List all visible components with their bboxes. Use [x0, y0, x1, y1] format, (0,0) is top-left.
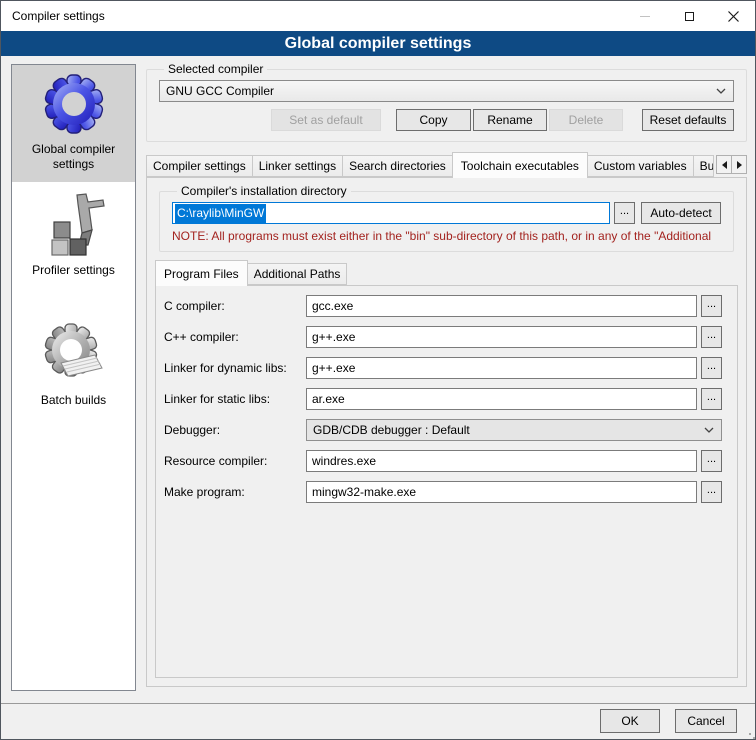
dynamic-linker-input[interactable] [306, 357, 697, 379]
dynamic-linker-browse-button[interactable]: ... [701, 357, 722, 379]
resize-grip[interactable] [749, 733, 751, 735]
sidebar-item-batch-builds[interactable]: Batch builds [12, 316, 135, 418]
selected-compiler-legend: Selected compiler [164, 62, 267, 76]
tab-search-directories[interactable]: Search directories [342, 155, 453, 177]
maximize-button[interactable] [667, 1, 711, 31]
settings-category-list: Global compiler settings Profiler settin… [11, 64, 136, 691]
installation-directory-group: Compiler's installation directory C:\ray… [159, 184, 734, 252]
cancel-button[interactable]: Cancel [675, 709, 737, 733]
caliper-icon [41, 192, 107, 258]
footer-separator [1, 703, 755, 704]
settings-tab-bar: Compiler settings Linker settings Search… [146, 151, 747, 177]
compiler-select-value: GNU GCC Compiler [166, 84, 274, 98]
tab-scroll-left-icon [722, 161, 727, 169]
auto-detect-button[interactable]: Auto-detect [641, 202, 721, 224]
c-compiler-row: C compiler: ... [164, 295, 722, 317]
compiler-select[interactable]: GNU GCC Compiler [159, 80, 734, 102]
static-linker-row: Linker for static libs: ... [164, 388, 722, 410]
dialog-body: Global compiler settings Profiler settin… [1, 56, 755, 739]
static-linker-browse-button[interactable]: ... [701, 388, 722, 410]
debugger-select[interactable]: GDB/CDB debugger : Default [306, 419, 722, 441]
gear-stack-icon [41, 322, 107, 388]
maximize-icon [685, 12, 694, 21]
main-panel: Selected compiler GNU GCC Compiler Set a… [146, 59, 747, 687]
chevron-down-icon [716, 88, 726, 94]
minimize-button[interactable] [623, 1, 667, 31]
rename-button[interactable]: Rename [473, 109, 547, 131]
ok-button[interactable]: OK [600, 709, 660, 733]
dialog-header: Global compiler settings [1, 31, 755, 56]
static-linker-label: Linker for static libs: [164, 392, 306, 406]
resource-compiler-input[interactable] [306, 450, 697, 472]
tab-linker-settings[interactable]: Linker settings [252, 155, 343, 177]
sidebar-item-label: Global compiler settings [14, 142, 133, 172]
minimize-icon [640, 16, 650, 17]
dynamic-linker-row: Linker for dynamic libs: ... [164, 357, 722, 379]
close-icon [728, 11, 739, 22]
c-compiler-browse-button[interactable]: ... [701, 295, 722, 317]
sidebar-item-label: Profiler settings [32, 263, 115, 278]
program-files-page: C compiler: ... C++ compiler: ... Linker… [155, 285, 738, 678]
copy-button[interactable]: Copy [396, 109, 471, 131]
tab-scroll-right-button[interactable] [731, 155, 747, 174]
c-compiler-label: C compiler: [164, 299, 306, 313]
tab-build-options-truncated[interactable]: Build [693, 155, 714, 177]
sidebar-item-label: Batch builds [41, 393, 106, 408]
files-tab-bar: Program Files Additional Paths [155, 260, 738, 285]
selected-compiler-group: Selected compiler GNU GCC Compiler Set a… [146, 62, 747, 142]
browse-directory-button[interactable]: ... [614, 202, 635, 224]
debugger-label: Debugger: [164, 423, 306, 437]
make-program-input[interactable] [306, 481, 697, 503]
tab-toolchain-executables[interactable]: Toolchain executables [452, 152, 588, 178]
cpp-compiler-label: C++ compiler: [164, 330, 306, 344]
make-program-browse-button[interactable]: ... [701, 481, 722, 503]
debugger-row: Debugger: GDB/CDB debugger : Default [164, 419, 722, 441]
title-bar: Compiler settings [1, 1, 755, 31]
tab-scroll-right-icon [737, 161, 742, 169]
make-program-label: Make program: [164, 485, 306, 499]
dialog-header-title: Global compiler settings [285, 35, 472, 53]
installation-directory-value: C:\raylib\MinGW [175, 204, 266, 223]
compiler-actions: Set as default Copy Rename Delete Reset … [159, 109, 734, 131]
installation-directory-legend: Compiler's installation directory [177, 184, 351, 198]
compiler-settings-dialog: Compiler settings Global compiler settin… [0, 0, 756, 740]
c-compiler-input[interactable] [306, 295, 697, 317]
tab-program-files[interactable]: Program Files [155, 260, 248, 286]
static-linker-input[interactable] [306, 388, 697, 410]
tab-compiler-settings[interactable]: Compiler settings [146, 155, 253, 177]
sidebar-item-global-compiler-settings[interactable]: Global compiler settings [12, 65, 135, 182]
delete-button[interactable]: Delete [549, 109, 623, 131]
window-title: Compiler settings [1, 9, 105, 23]
window-controls [623, 1, 755, 31]
resource-compiler-label: Resource compiler: [164, 454, 306, 468]
cpp-compiler-row: C++ compiler: ... [164, 326, 722, 348]
set-as-default-button[interactable]: Set as default [271, 109, 381, 131]
cpp-compiler-browse-button[interactable]: ... [701, 326, 722, 348]
resource-compiler-row: Resource compiler: ... [164, 450, 722, 472]
tab-additional-paths[interactable]: Additional Paths [247, 263, 348, 285]
tab-custom-variables[interactable]: Custom variables [587, 155, 694, 177]
make-program-row: Make program: ... [164, 481, 722, 503]
cpp-compiler-input[interactable] [306, 326, 697, 348]
reset-defaults-button[interactable]: Reset defaults [642, 109, 734, 131]
dialog-footer: OK Cancel [600, 709, 737, 733]
chevron-down-icon [704, 427, 714, 433]
gear-blue-icon [41, 71, 107, 137]
resource-compiler-browse-button[interactable]: ... [701, 450, 722, 472]
debugger-select-value: GDB/CDB debugger : Default [313, 423, 470, 437]
bin-subdirectory-note: NOTE: All programs must exist either in … [172, 229, 721, 243]
sidebar-item-profiler-settings[interactable]: Profiler settings [12, 186, 135, 288]
tab-scroll-left-button[interactable] [716, 155, 732, 174]
dynamic-linker-label: Linker for dynamic libs: [164, 361, 306, 375]
tab-scroll-buttons [716, 155, 747, 174]
toolchain-executables-page: Compiler's installation directory C:\ray… [146, 177, 747, 687]
installation-directory-input[interactable]: C:\raylib\MinGW [172, 202, 610, 224]
installation-directory-row: C:\raylib\MinGW ... Auto-detect [172, 202, 721, 224]
close-button[interactable] [711, 1, 755, 31]
